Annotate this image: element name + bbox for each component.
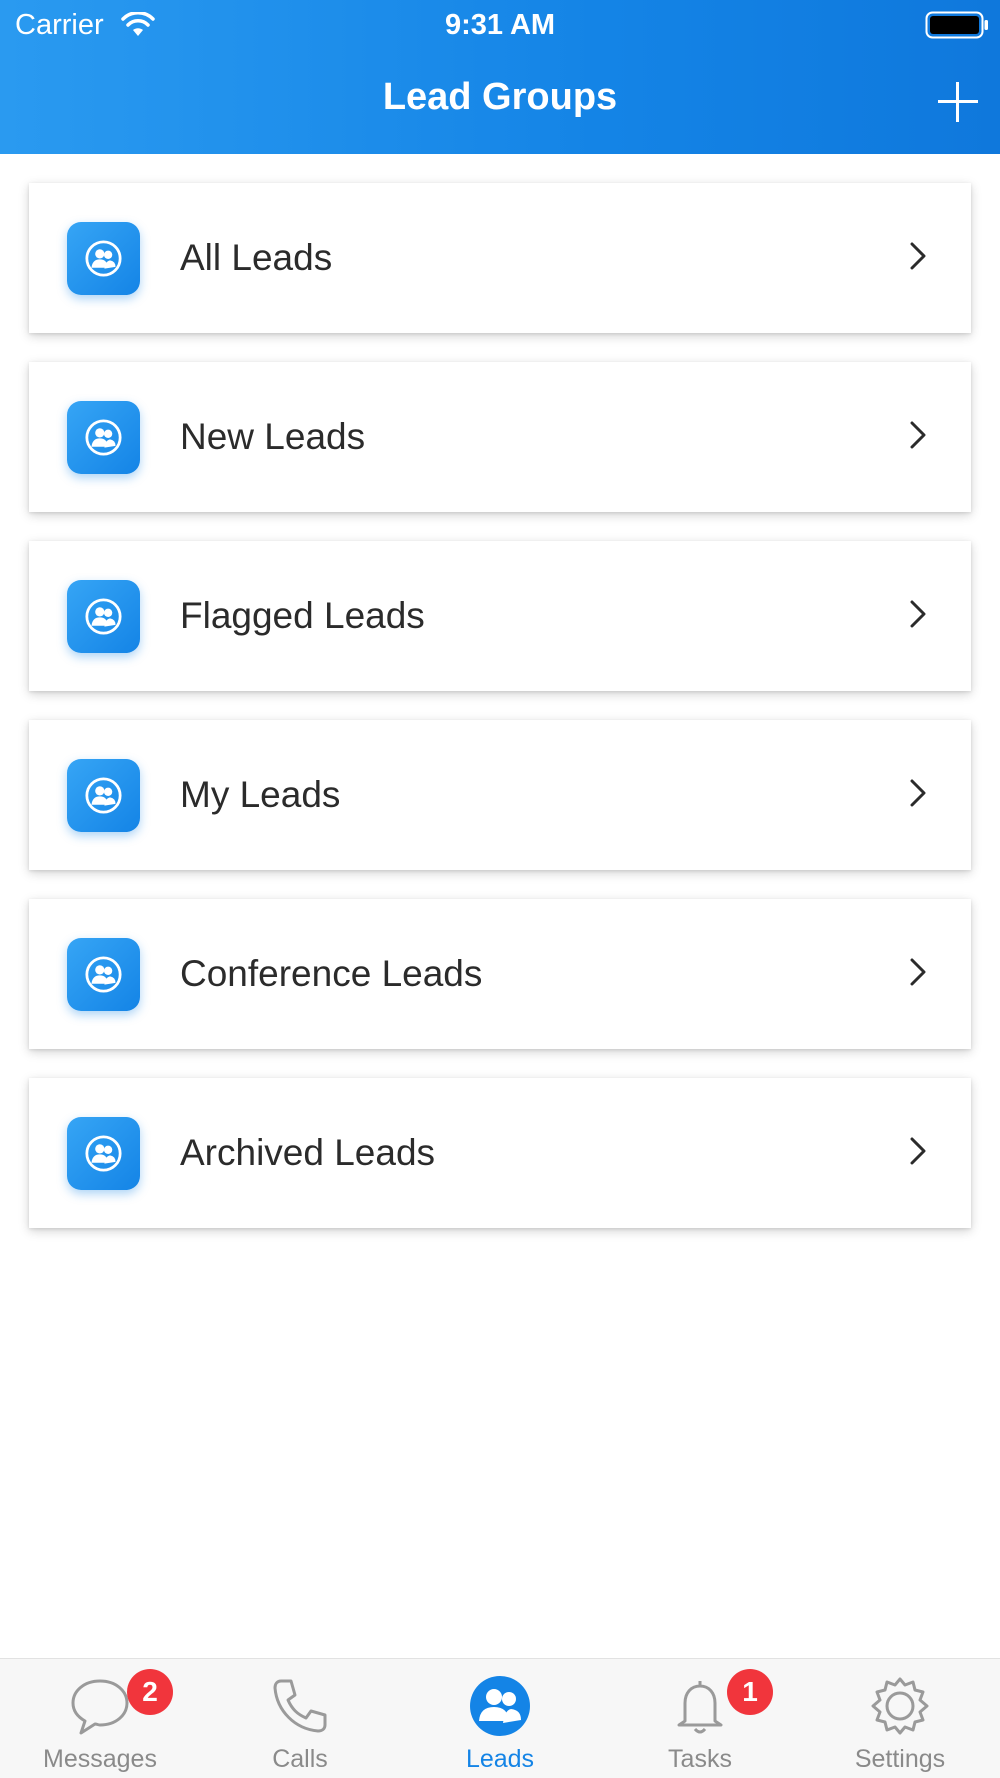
lead-group-new-leads[interactable]: New Leads <box>29 362 971 512</box>
chevron-right-icon <box>910 421 926 449</box>
people-icon <box>85 419 122 456</box>
people-icon <box>85 777 122 814</box>
tab-messages[interactable]: Messages 2 <box>0 1659 200 1778</box>
people-icon <box>85 598 122 635</box>
lead-group-label: New Leads <box>180 416 366 457</box>
lead-group-my-leads[interactable]: My Leads <box>29 720 971 870</box>
gear-icon <box>871 1677 929 1735</box>
bell-icon <box>677 1681 723 1734</box>
lead-group-label: Flagged Leads <box>180 595 425 636</box>
lead-group-icon <box>67 759 140 832</box>
chevron-right-icon <box>910 779 926 807</box>
tab-label: Messages <box>43 1745 157 1773</box>
chevron-right-icon <box>910 958 926 986</box>
people-icon <box>85 240 122 277</box>
phone-icon <box>273 1679 327 1733</box>
tab-calls[interactable]: Calls <box>200 1659 400 1778</box>
tab-label: Settings <box>854 1745 946 1773</box>
lead-group-conference-leads[interactable]: Conference Leads <box>29 899 971 1049</box>
chat-bubble-icon <box>71 1679 129 1735</box>
tab-label: Tasks <box>668 1745 732 1773</box>
status-bar: Carrier 9:31 AM <box>0 0 1000 50</box>
battery-icon <box>925 11 988 39</box>
lead-group-icon <box>67 580 140 653</box>
tab-bar: Messages 2 Calls Leads Tasks 1 Settings <box>0 1658 1000 1778</box>
notification-badge: 2 <box>127 1669 173 1715</box>
chevron-right-icon <box>910 600 926 628</box>
lead-group-label: All Leads <box>180 237 333 278</box>
lead-group-label: Conference Leads <box>180 953 483 994</box>
lead-group-label: Archived Leads <box>180 1132 436 1173</box>
lead-group-label: My Leads <box>180 774 341 815</box>
lead-group-all-leads[interactable]: All Leads <box>29 183 971 333</box>
lead-group-icon <box>67 938 140 1011</box>
add-group-button[interactable] <box>936 80 980 124</box>
tab-settings[interactable]: Settings <box>800 1659 1000 1778</box>
chevron-right-icon <box>910 242 926 270</box>
tab-label: Calls <box>272 1745 328 1773</box>
navigation-header: Carrier 9:31 AM Lead Groups <box>0 0 1000 154</box>
tab-label: Leads <box>465 1745 535 1773</box>
lead-group-list: All Leads New Leads Flagged Leads My Leads C… <box>29 183 971 1257</box>
page-title: Lead Groups <box>382 76 618 118</box>
people-icon <box>85 1135 122 1172</box>
notification-badge: 1 <box>727 1669 773 1715</box>
tab-leads[interactable]: Leads <box>400 1659 600 1778</box>
lead-group-flagged-leads[interactable]: Flagged Leads <box>29 541 971 691</box>
status-time: 9:31 AM <box>444 9 556 41</box>
lead-group-archived-leads[interactable]: Archived Leads <box>29 1078 971 1228</box>
leads-people-icon <box>470 1676 530 1736</box>
lead-group-icon <box>67 222 140 295</box>
tab-tasks[interactable]: Tasks 1 <box>600 1659 800 1778</box>
lead-group-icon <box>67 1117 140 1190</box>
chevron-right-icon <box>910 1137 926 1165</box>
lead-group-icon <box>67 401 140 474</box>
people-icon <box>85 956 122 993</box>
